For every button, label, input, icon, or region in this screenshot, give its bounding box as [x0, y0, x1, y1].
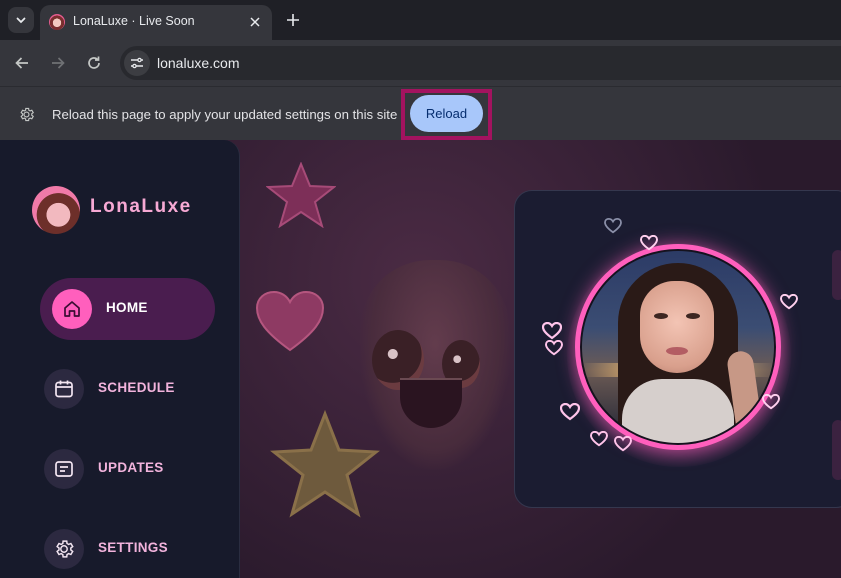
tab-title: LonaLuxe · Live Soon	[73, 14, 195, 28]
reload-button[interactable]: Reload	[410, 95, 483, 132]
gear-icon	[20, 107, 34, 122]
web-page: LonaLuxe HOME SCHEDULE UPDATES SETTINGS	[0, 140, 841, 578]
heart-icon	[560, 403, 580, 421]
plus-icon	[287, 14, 299, 26]
arrow-right-icon	[52, 57, 65, 69]
back-button[interactable]	[10, 51, 34, 75]
heart-icon	[640, 235, 658, 251]
nav-label-settings: SETTINGS	[98, 540, 168, 555]
heart-icon	[780, 294, 798, 310]
browser-toolbar: lonaluxe.com	[0, 40, 841, 86]
site-settings-button[interactable]	[124, 50, 150, 76]
photo-eye	[686, 313, 700, 319]
profile-photo[interactable]	[582, 251, 774, 443]
url-text[interactable]: lonaluxe.com	[157, 55, 240, 71]
heart-icon	[590, 431, 608, 447]
card-edge-decoration	[832, 250, 841, 300]
tab-search-button[interactable]	[8, 7, 34, 33]
new-tab-button[interactable]	[282, 9, 304, 31]
nav-label-home: HOME	[106, 300, 148, 315]
tab-favicon	[49, 14, 65, 30]
arrow-left-icon	[15, 57, 28, 69]
brand-avatar[interactable]	[32, 186, 80, 234]
browser-tab-active[interactable]: LonaLuxe · Live Soon	[40, 5, 272, 40]
reload-page-button[interactable]	[82, 51, 106, 75]
settings-infobar: Reload this page to apply your updated s…	[0, 86, 841, 140]
photo-lips	[666, 347, 688, 355]
chevron-down-icon	[16, 17, 26, 24]
photo-body	[622, 379, 734, 443]
heart-icon	[762, 394, 780, 410]
gear-icon	[44, 529, 84, 569]
brand-name[interactable]: LonaLuxe	[90, 196, 192, 218]
heart-icon	[604, 218, 622, 234]
tune-icon	[131, 57, 143, 69]
home-icon	[52, 289, 92, 329]
tab-close-button[interactable]	[246, 13, 264, 31]
sidebar: LonaLuxe HOME SCHEDULE UPDATES SETTINGS	[0, 140, 240, 578]
nav-label-schedule: SCHEDULE	[98, 380, 175, 395]
star-icon	[266, 162, 336, 228]
heart-icon	[545, 340, 563, 356]
browser-tab-strip: LonaLuxe · Live Soon	[0, 0, 841, 40]
heart-icon	[255, 290, 325, 352]
nav-item-updates[interactable]: UPDATES	[40, 438, 215, 500]
star-icon	[270, 410, 380, 518]
heart-icon	[542, 322, 562, 340]
message-icon	[44, 449, 84, 489]
infobar-message: Reload this page to apply your updated s…	[52, 107, 398, 122]
heart-icon	[614, 436, 632, 452]
photo-face	[640, 281, 714, 373]
nav-item-settings[interactable]: SETTINGS	[40, 518, 215, 578]
nav-label-updates: UPDATES	[98, 460, 164, 475]
nav-item-home[interactable]: HOME	[40, 278, 215, 340]
close-icon	[250, 17, 260, 27]
card-edge-decoration	[832, 420, 841, 480]
refresh-icon	[88, 56, 100, 69]
calendar-icon	[44, 369, 84, 409]
photo-eye	[654, 313, 668, 319]
address-bar[interactable]: lonaluxe.com	[120, 46, 841, 80]
forward-button[interactable]	[46, 51, 70, 75]
nav-item-schedule[interactable]: SCHEDULE	[40, 358, 215, 420]
